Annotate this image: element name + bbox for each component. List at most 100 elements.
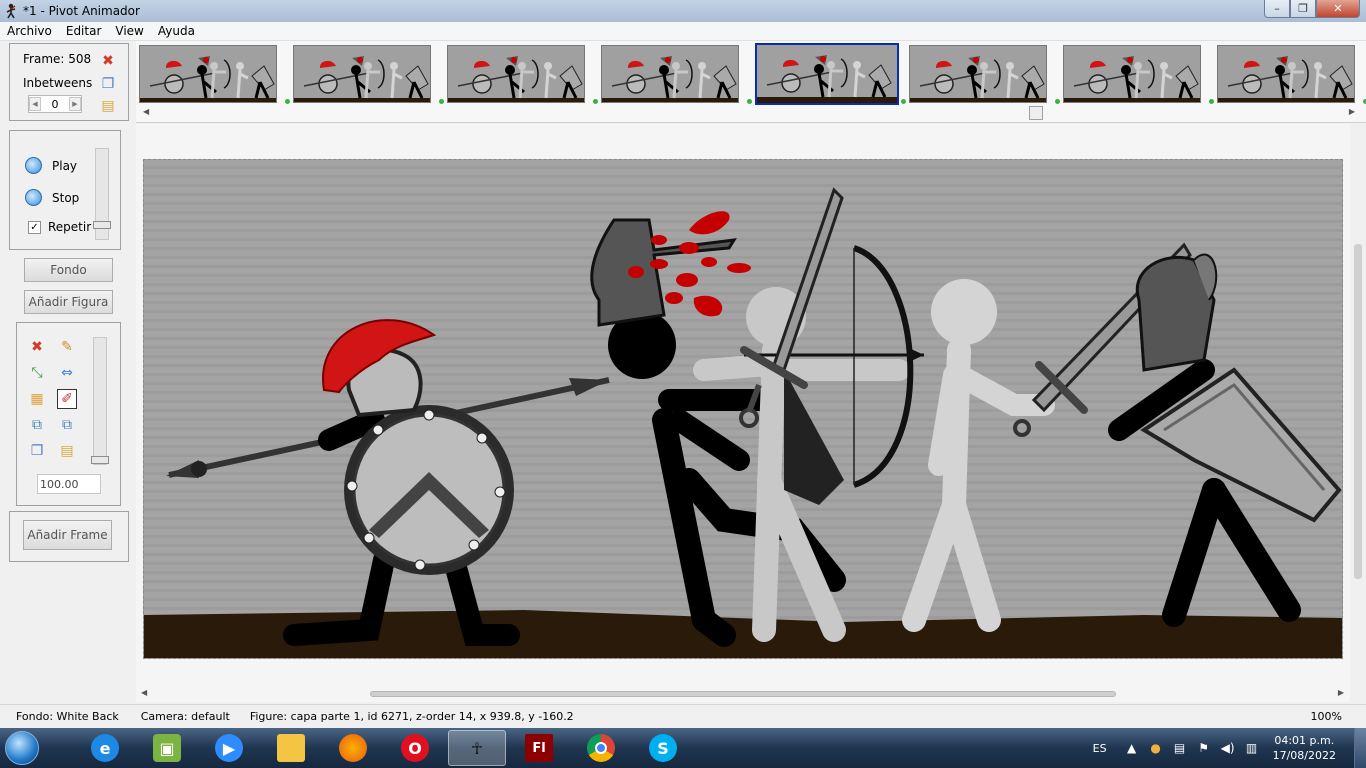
taskbar-chrome[interactable] [572,730,630,766]
taskbar-pivot-animator[interactable]: ☥ [448,730,506,766]
keyframe-indicator [285,99,290,104]
close-button[interactable]: ✕ [1316,0,1360,18]
menu-ayuda[interactable]: Ayuda [151,24,202,38]
copy-icon[interactable]: ❐ [27,441,47,461]
show-desktop-button[interactable] [1354,728,1366,768]
taskbar-internet-explorer[interactable]: e [76,730,134,766]
play-button[interactable]: Play [25,157,77,174]
repeat-checkbox[interactable]: ✓ Repetir [28,220,91,234]
keyframe-indicator [747,99,752,104]
canvas-vscroll-thumb[interactable] [1354,244,1362,579]
chrome-icon [587,734,615,762]
delete-icon[interactable]: ✖ [27,337,47,357]
action-center-flag-icon[interactable]: ⚑ [1197,741,1211,755]
firefox-icon [339,734,367,762]
timeline-frame-thumbnail[interactable] [1217,45,1355,103]
scale-slider[interactable] [91,337,109,465]
opera-icon: O [401,734,429,762]
inbetweens-value: 0 [51,97,59,111]
frame-panel: Frame: 508 ✖ Inbetweens ❐ ◀ 0 ▶ ▤ [9,43,129,121]
taskbar: e ▣ ▶ O ☥ Fl S ES ▲ ● ▤ ⚑ ◀) ▥ 04:01 p.m… [0,728,1366,768]
language-indicator[interactable]: ES [1093,742,1107,755]
taskbar-file-explorer[interactable] [262,730,320,766]
menu-bar: Archivo Editar View Ayuda [0,22,1366,41]
animation-stage[interactable] [143,159,1343,659]
status-figure: Figure: capa parte 1, id 6271, z-order 1… [249,710,574,723]
background-button[interactable]: Fondo [24,258,113,282]
archer-figure[interactable] [693,245,924,642]
timeline-frame-thumbnail[interactable] [447,45,585,103]
stepper-right-icon[interactable]: ▶ [69,97,81,111]
canvas-horizontal-scrollbar[interactable]: ◀ ▶ [136,686,1350,700]
timeline-frame-thumbnail[interactable] [293,45,431,103]
minimize-button[interactable]: – [1264,0,1290,18]
status-zoom: 100% [1310,710,1342,723]
scroll-left-icon[interactable]: ◀ [143,107,149,116]
menu-archivo[interactable]: Archivo [0,24,59,38]
taskbar-firefox[interactable] [324,730,382,766]
clock[interactable]: 04:01 p.m. 17/08/2022 [1273,733,1336,763]
app-stickman-icon [6,3,16,19]
windows-orb-icon [5,731,39,765]
network-icon[interactable]: ▥ [1245,741,1259,755]
canvas-hscroll-thumb[interactable] [370,691,1116,697]
stop-label: Stop [52,190,80,205]
canvas-scroll-right-icon[interactable]: ▶ [1338,688,1344,697]
stop-button[interactable]: Stop [25,189,79,206]
taskbar-zoom[interactable]: ▶ [200,730,258,766]
stepper-left-icon[interactable]: ◀ [29,97,41,111]
show-hidden-icons-icon[interactable]: ▲ [1125,741,1139,755]
brush-icon[interactable]: ✐ [57,389,77,409]
taskbar-skype[interactable]: S [634,730,692,766]
device-icon[interactable]: ▤ [1173,741,1187,755]
keyframe-indicator [1209,99,1214,104]
swordsman-head [931,279,997,345]
paste-icon[interactable]: ▤ [57,441,77,461]
speed-slider[interactable] [93,148,111,240]
add-figure-button[interactable]: Añadir Figura [24,290,113,314]
timeline-frame-thumbnail[interactable] [1063,45,1201,103]
spartan-figure[interactable] [166,319,610,646]
play-label: Play [52,158,78,173]
spear-tip [569,378,609,396]
start-button[interactable] [0,728,44,768]
paste-frame-icon[interactable]: ▤ [100,98,116,114]
maximize-button[interactable]: ❐ [1290,0,1316,18]
pencil-icon[interactable]: ✎ [57,337,77,357]
taskbar-opera[interactable]: O [386,730,444,766]
add-frame-button[interactable]: Añadir Frame [23,520,112,550]
timeline-scroll-thumb[interactable] [1029,106,1043,120]
flip-icon[interactable]: ⇔ [57,363,77,383]
speed-slider-thumb[interactable] [93,221,111,229]
canvas-scroll-left-icon[interactable]: ◀ [141,688,147,697]
copy-frame-icon[interactable]: ❐ [100,76,116,92]
canvas-vertical-scrollbar[interactable] [1350,124,1366,702]
knight-figure[interactable] [1108,253,1342,627]
stack-front-icon[interactable]: ⧉ [57,415,77,435]
taskbar-flash[interactable]: Fl [510,730,568,766]
repeat-label: Repetir [48,220,92,234]
scroll-right-icon[interactable]: ▶ [1349,107,1355,116]
volume-icon[interactable]: ◀) [1221,741,1235,755]
network-globe-icon[interactable]: ● [1149,741,1163,755]
timeline-frame-thumbnail[interactable] [909,45,1047,103]
scale-slider-thumb[interactable] [91,456,109,464]
shrink-icon[interactable]: ⤡ [27,363,47,383]
delete-frame-icon[interactable]: ✖ [100,53,116,69]
frame-number-label: Frame: 508 [23,52,92,66]
inbetweens-stepper[interactable]: ◀ 0 ▶ [28,95,82,113]
scene-drawing [144,187,1342,658]
timeline-frame-thumbnail[interactable] [139,45,277,103]
stack-back-icon[interactable]: ⧉ [27,415,47,435]
tools-panel: ✖ ✎ ⤡ ⇔ ▦ ✐ ⧉ ⧉ ❐ ▤ 100.00 [16,322,121,506]
inbetweens-label: Inbetweens [23,76,93,90]
taskbar-notepad-plus[interactable]: ▣ [138,730,196,766]
scale-input[interactable]: 100.00 [37,474,101,494]
menu-editar[interactable]: Editar [59,24,109,38]
menu-view[interactable]: View [108,24,150,38]
timeline-frame-thumbnail[interactable] [601,45,739,103]
repeat-check-icon: ✓ [28,220,41,234]
color-grid-icon[interactable]: ▦ [27,389,47,409]
timeline-frame-thumbnail[interactable] [755,43,899,105]
timeline-scrollbar[interactable]: ◀ ▶ [140,105,1358,120]
